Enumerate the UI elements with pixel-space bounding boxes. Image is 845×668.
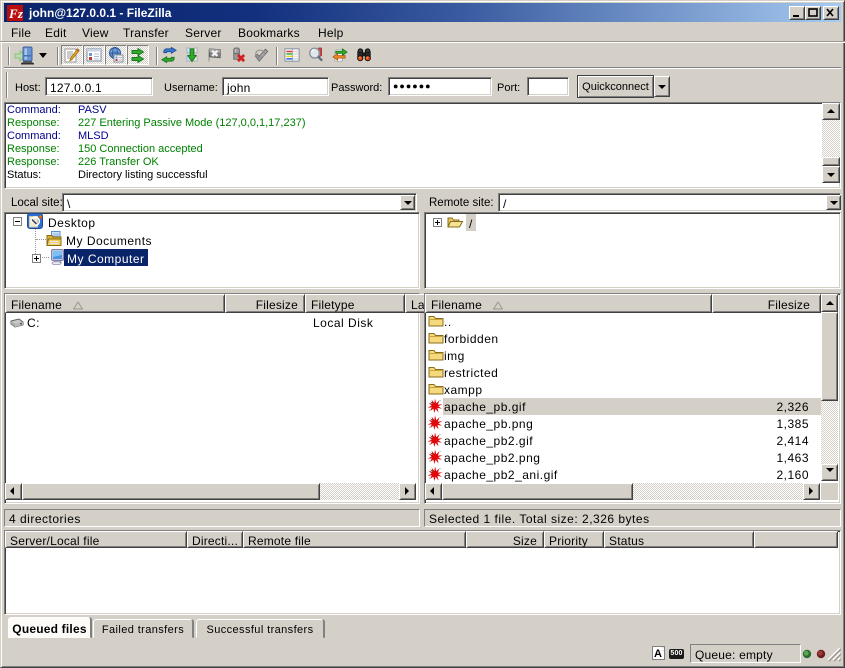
svg-text:Fz: Fz: [8, 6, 23, 21]
